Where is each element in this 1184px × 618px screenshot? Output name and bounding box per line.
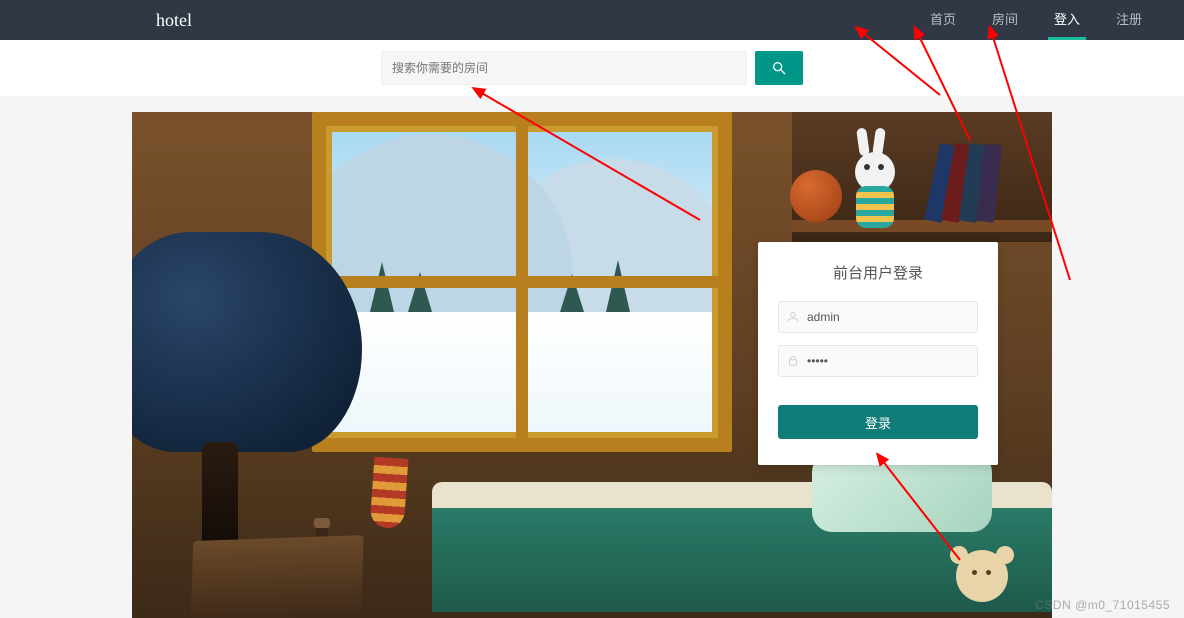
login-submit-button[interactable]: 登录 [778,405,978,439]
hero-illustration: 前台用户登录 登录 [132,112,1052,618]
search-button[interactable] [755,51,803,85]
login-title: 前台用户登录 [778,262,978,283]
nav-home[interactable]: 首页 [912,0,974,40]
user-icon [786,310,800,324]
username-input[interactable] [778,301,978,333]
brand-logo: hotel [156,10,192,31]
nav-register[interactable]: 注册 [1098,0,1160,40]
teddy-icon [942,542,1022,618]
search-icon [771,60,787,76]
sock-icon [370,457,409,529]
window-illustration [312,112,732,452]
bunny-toy-icon [848,142,902,232]
lock-icon [786,354,800,368]
password-input[interactable] [778,345,978,377]
bed-illustration [432,442,1052,618]
books-icon [932,142,1012,222]
nav-rooms[interactable]: 房间 [974,0,1036,40]
login-panel: 前台用户登录 登录 [758,242,998,465]
search-input[interactable] [381,51,747,85]
basketball-icon [790,170,842,222]
search-bar [0,40,1184,96]
deskbook-icon [190,535,363,618]
watermark: CSDN @m0_71015455 [1035,598,1170,612]
navbar: hotel 首页 房间 登入 注册 [0,0,1184,40]
nav-login[interactable]: 登入 [1036,0,1098,40]
